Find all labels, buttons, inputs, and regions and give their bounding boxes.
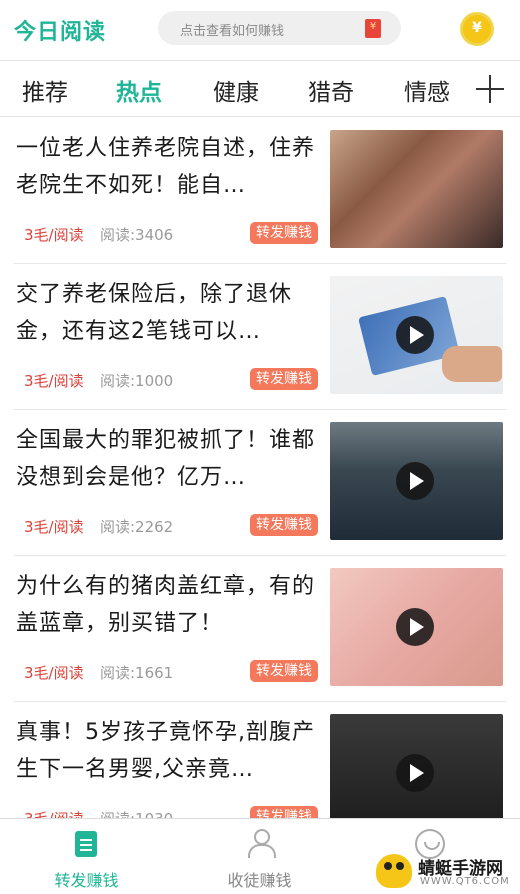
share-earn-button[interactable]: 转发赚钱	[250, 368, 318, 390]
nav-recruit-earn[interactable]: 收徒赚钱	[173, 819, 346, 894]
price-per-read: 3毛/阅读	[24, 518, 84, 536]
red-envelope-icon	[365, 19, 381, 38]
video-thumbnail[interactable]	[330, 276, 503, 394]
top-bar: 今日阅读 点击查看如何赚钱 ¥	[0, 0, 520, 60]
share-earn-button[interactable]: 转发赚钱	[250, 222, 318, 244]
coin-icon[interactable]: ¥	[460, 12, 494, 46]
article-thumbnail[interactable]	[330, 130, 503, 248]
share-earn-button[interactable]: 转发赚钱	[250, 514, 318, 536]
coin-symbol: ¥	[472, 20, 482, 36]
hand-image	[442, 346, 502, 382]
tab-recommend[interactable]: 推荐	[22, 73, 68, 107]
read-count: 阅读:3406	[100, 226, 174, 244]
price-per-read: 3毛/阅读	[24, 226, 84, 244]
list-item[interactable]: 真事！5岁孩子竟怀孕,剖腹产生下一名男婴,父亲竟… 3毛/阅读 阅读:1030 …	[0, 702, 520, 818]
category-tabs: 推荐 热点 健康 猎奇 情感	[0, 60, 520, 117]
read-count: 阅读:2262	[100, 518, 174, 536]
site-watermark: 蜻蜓手游网 WWW.QT6.COM	[376, 852, 516, 892]
article-feed[interactable]: 一位老人住养老院自述，住养老院生不如死！能自… 3毛/阅读 阅读:3406 转发…	[0, 118, 520, 818]
read-count: 阅读:1000	[100, 372, 174, 390]
tab-hot[interactable]: 热点	[116, 73, 162, 107]
play-icon[interactable]	[396, 754, 434, 792]
article-title[interactable]: 交了养老保险后，除了退休金，还有这2笔钱可以…	[16, 276, 316, 350]
tab-health[interactable]: 健康	[213, 73, 259, 107]
play-icon[interactable]	[396, 608, 434, 646]
price-per-read: 3毛/阅读	[24, 808, 84, 818]
list-item[interactable]: 全国最大的罪犯被抓了！谁都没想到会是他？亿万… 3毛/阅读 阅读:2262 转发…	[0, 410, 520, 556]
article-title[interactable]: 真事！5岁孩子竟怀孕,剖腹产生下一名男婴,父亲竟…	[16, 714, 316, 788]
search-placeholder: 点击查看如何赚钱	[180, 24, 285, 39]
share-earn-button[interactable]: 转发赚钱	[250, 806, 318, 818]
article-title[interactable]: 一位老人住养老院自述，住养老院生不如死！能自…	[16, 130, 316, 204]
list-item[interactable]: 一位老人住养老院自述，住养老院生不如死！能自… 3毛/阅读 阅读:3406 转发…	[0, 118, 520, 264]
nav-share-earn[interactable]: 转发赚钱	[0, 819, 173, 894]
people-icon	[246, 829, 276, 858]
tab-curious[interactable]: 猎奇	[308, 73, 354, 107]
article-title[interactable]: 为什么有的猪肉盖红章，有的盖蓝章，别买错了！	[16, 568, 316, 642]
nav-label: 收徒赚钱	[227, 871, 292, 890]
watermark-url: WWW.QT6.COM	[420, 876, 510, 887]
play-icon[interactable]	[396, 462, 434, 500]
search-bar[interactable]: 点击查看如何赚钱	[158, 11, 401, 45]
price-per-read: 3毛/阅读	[24, 664, 84, 682]
app-title: 今日阅读	[14, 20, 107, 45]
price-per-read: 3毛/阅读	[24, 372, 84, 390]
article-title[interactable]: 全国最大的罪犯被抓了！谁都没想到会是他？亿万…	[16, 422, 316, 496]
dragonfly-logo-icon	[376, 854, 412, 888]
video-thumbnail[interactable]	[330, 568, 503, 686]
read-count: 阅读:1030	[100, 808, 173, 818]
tab-emotion[interactable]: 情感	[404, 73, 450, 107]
share-earn-button[interactable]: 转发赚钱	[250, 660, 318, 682]
video-thumbnail[interactable]	[330, 422, 503, 540]
add-category-icon[interactable]	[476, 75, 504, 103]
read-count: 阅读:1661	[100, 664, 174, 682]
list-item[interactable]: 交了养老保险后，除了退休金，还有这2笔钱可以… 3毛/阅读 阅读:1000 转发…	[0, 264, 520, 410]
video-thumbnail[interactable]	[330, 714, 503, 818]
play-icon[interactable]	[396, 316, 434, 354]
nav-label: 转发赚钱	[54, 871, 119, 890]
list-item[interactable]: 为什么有的猪肉盖红章，有的盖蓝章，别买错了！ 3毛/阅读 阅读:1661 转发赚…	[0, 556, 520, 702]
document-icon	[75, 831, 97, 857]
